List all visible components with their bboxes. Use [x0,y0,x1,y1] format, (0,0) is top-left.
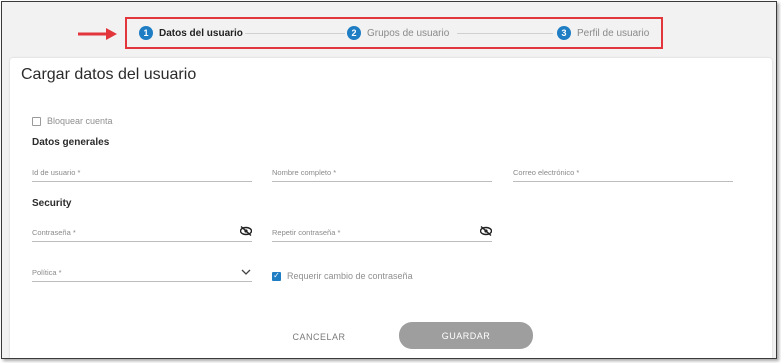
step-label: Datos del usuario [159,27,243,39]
step-perfil-usuario[interactable]: 3 Perfil de usuario [557,26,649,40]
field-label: Política * [32,268,62,277]
step-grupos-usuario[interactable]: 2 Grupos de usuario [347,26,449,40]
block-account-checkbox[interactable]: Bloquear cuenta [32,116,113,126]
cancel-button[interactable]: CANCELAR [275,327,363,347]
window-frame: 1 Datos del usuario 2 Grupos de usuario … [1,1,777,359]
chevron-down-icon [241,269,251,275]
checkbox-box[interactable] [32,116,41,126]
checkbox-label: Requerir cambio de contraseña [287,271,413,281]
checkbox-label: Bloquear cuenta [47,116,113,126]
checkbox-box[interactable]: ✓ [272,271,281,281]
field-label: Correo electrónico * [513,168,580,177]
require-change-checkbox[interactable]: ✓ Requerir cambio de contraseña [272,271,413,281]
repeat-password-field[interactable]: Repetir contraseña * [272,224,492,242]
section-title-security: Security [32,198,72,209]
step-number: 1 [139,26,153,40]
eye-off-icon[interactable] [240,226,252,236]
step-connector [457,33,553,34]
policy-select[interactable]: Política * [32,264,252,282]
section-title-general: Datos generales [32,137,110,148]
field-label: Id de usuario * [32,168,81,177]
stepper: 1 Datos del usuario 2 Grupos de usuario … [125,17,663,49]
field-label: Contraseña * [32,228,76,237]
field-label: Repetir contraseña * [272,228,341,237]
save-button[interactable]: GUARDAR [399,322,533,349]
user-id-field[interactable]: Id de usuario * [32,164,252,182]
step-label: Perfil de usuario [577,27,650,39]
red-arrow-icon [78,28,117,40]
user-form-card: Cargar datos del usuario Bloquear cuenta… [10,58,772,358]
email-field[interactable]: Correo electrónico * [513,164,733,182]
eye-off-icon[interactable] [480,226,492,236]
field-label: Nombre completo * [272,168,337,177]
step-connector [245,33,345,34]
page-title: Cargar datos del usuario [21,66,197,83]
step-number: 2 [347,26,361,40]
step-label: Grupos de usuario [367,27,450,39]
step-number: 3 [557,26,571,40]
full-name-field[interactable]: Nombre completo * [272,164,492,182]
password-field[interactable]: Contraseña * [32,224,252,242]
step-datos-usuario[interactable]: 1 Datos del usuario [139,26,243,40]
